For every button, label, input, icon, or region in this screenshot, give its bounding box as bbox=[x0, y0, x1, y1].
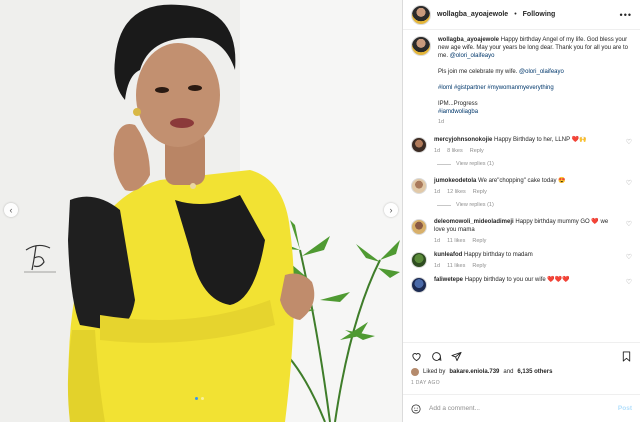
heart-icon[interactable]: ♡ bbox=[626, 278, 632, 286]
comment-text: Happy birthday to you our wife ❤️❤️❤️ bbox=[464, 277, 570, 283]
comment-likes[interactable]: 11 likes bbox=[447, 237, 465, 245]
post-date[interactable]: 1 DAY AGO bbox=[411, 380, 632, 386]
liked-prefix: Liked by bbox=[423, 369, 446, 375]
post-comment-button[interactable]: Post bbox=[618, 405, 632, 412]
comment-time: 1d bbox=[434, 189, 441, 195]
avatar[interactable] bbox=[411, 252, 427, 268]
comment-likes[interactable]: 11 likes bbox=[447, 262, 465, 270]
carousel-dot bbox=[201, 397, 204, 400]
add-comment-bar: Post bbox=[403, 394, 640, 422]
header-username[interactable]: wollagba_ayoajewole bbox=[437, 11, 508, 18]
comment-item: jumokeodetola We are"chopping" cake toda… bbox=[411, 177, 632, 196]
emoji-smiley-icon[interactable] bbox=[411, 403, 421, 414]
post-actions: Liked by bakare.eniola.739 and 6,135 oth… bbox=[403, 342, 640, 386]
liked-and: and bbox=[503, 369, 514, 375]
comment-username[interactable]: faliwetepe bbox=[434, 277, 463, 283]
avatar[interactable] bbox=[411, 277, 427, 293]
bookmark-icon[interactable] bbox=[621, 350, 632, 362]
heart-icon[interactable]: ♡ bbox=[626, 179, 632, 187]
carousel-dot-active bbox=[195, 397, 198, 400]
avatar[interactable] bbox=[411, 36, 431, 56]
caption-time: 1d bbox=[438, 119, 445, 125]
avatar[interactable] bbox=[411, 368, 419, 376]
comment-time: 1d bbox=[434, 263, 441, 269]
post-photo bbox=[0, 0, 402, 422]
comment-text: Happy Birthday to her, LLNP ❤️🙌 bbox=[494, 137, 587, 143]
comment-item: mercyjohnsonokojie Happy Birthday to her… bbox=[411, 136, 632, 155]
caption-mention-2[interactable]: @olori_olaifeayo bbox=[519, 69, 564, 75]
heart-icon[interactable]: ♡ bbox=[626, 253, 632, 261]
comments-list[interactable]: wollagba_ayoajewole Happy birthday Angel… bbox=[403, 30, 640, 342]
post-header: wollagba_ayoajewole • Following ••• bbox=[403, 0, 640, 30]
view-replies-label: View replies (1) bbox=[456, 202, 494, 208]
next-slide-button[interactable]: › bbox=[384, 203, 398, 217]
caption-mention[interactable]: @olori_olaifeayo bbox=[450, 53, 495, 59]
chevron-left-icon: ‹ bbox=[9, 205, 13, 215]
heart-icon[interactable]: ♡ bbox=[626, 138, 632, 146]
avatar[interactable] bbox=[411, 178, 427, 194]
comment-time: 1d bbox=[434, 238, 441, 244]
comment-username[interactable]: mercyjohnsonokojie bbox=[434, 137, 492, 143]
post-media[interactable]: ‹ › bbox=[0, 0, 402, 422]
chevron-right-icon: › bbox=[389, 205, 393, 215]
share-paper-plane-icon[interactable] bbox=[451, 351, 462, 362]
comment-item: deleomowoli_mideoladimeji Happy birthday… bbox=[411, 218, 632, 245]
header-separator: • bbox=[514, 11, 517, 18]
replies-divider bbox=[437, 204, 451, 206]
heart-icon[interactable]: ♡ bbox=[626, 220, 632, 228]
comment-reply-button[interactable]: Reply bbox=[473, 188, 487, 196]
liked-others-link[interactable]: 6,135 others bbox=[517, 369, 552, 375]
caption-text-2: Pls join me celebrate my wife. bbox=[438, 69, 518, 75]
view-replies-button[interactable]: View replies (1) bbox=[437, 202, 632, 208]
replies-divider bbox=[437, 163, 451, 165]
like-heart-icon[interactable] bbox=[411, 351, 422, 362]
ellipsis-icon[interactable]: ••• bbox=[620, 10, 632, 20]
carousel-indicator bbox=[195, 397, 204, 400]
photographer-signature-logo bbox=[24, 244, 56, 273]
action-icons bbox=[411, 348, 632, 364]
add-comment-input[interactable] bbox=[429, 405, 610, 412]
comment-text: Happy birthday to madam bbox=[464, 252, 533, 258]
comment-text: We are"chopping" cake today 😍 bbox=[478, 178, 566, 184]
avatar[interactable] bbox=[411, 219, 427, 235]
caption-hashtags[interactable]: #loml #gistpartner #mywomanmyeverything bbox=[438, 85, 554, 91]
liked-user-link[interactable]: bakare.eniola.739 bbox=[449, 369, 499, 375]
view-replies-button[interactable]: View replies (1) bbox=[437, 161, 632, 167]
comment-time: 1d bbox=[434, 148, 441, 154]
caption-text-3: IPM...Progress bbox=[438, 101, 478, 107]
comment-username[interactable]: deleomowoli_mideoladimeji bbox=[434, 219, 514, 225]
caption-hashtag[interactable]: #iamdwoliagba bbox=[438, 109, 478, 115]
comment-reply-button[interactable]: Reply bbox=[470, 147, 484, 155]
post-side-panel: wollagba_ayoajewole • Following ••• woll… bbox=[402, 0, 640, 422]
view-replies-label: View replies (1) bbox=[456, 161, 494, 167]
likes-summary: Liked by bakare.eniola.739 and 6,135 oth… bbox=[411, 368, 632, 376]
comment-likes[interactable]: 12 likes bbox=[447, 188, 466, 196]
comment-item: faliwetepe Happy birthday to you our wif… bbox=[411, 276, 632, 293]
comment-reply-button[interactable]: Reply bbox=[472, 237, 486, 245]
comment-username[interactable]: kunleafod bbox=[434, 252, 462, 258]
previous-slide-button[interactable]: ‹ bbox=[4, 203, 18, 217]
comment-bubble-icon[interactable] bbox=[431, 351, 442, 362]
comment-likes[interactable]: 8 likes bbox=[447, 147, 463, 155]
following-button[interactable]: Following bbox=[523, 11, 556, 18]
comment-item: kunleafod Happy birthday to madam 1d 11 … bbox=[411, 251, 632, 270]
comment-reply-button[interactable]: Reply bbox=[472, 262, 486, 270]
post-caption: wollagba_ayoajewole Happy birthday Angel… bbox=[411, 36, 632, 126]
avatar[interactable] bbox=[411, 137, 427, 153]
comment-username[interactable]: jumokeodetola bbox=[434, 178, 476, 184]
caption-username[interactable]: wollagba_ayoajewole bbox=[438, 37, 499, 43]
post-container: ‹ › wollagba_ayoajewole • Following ••• … bbox=[0, 0, 640, 422]
avatar[interactable] bbox=[411, 4, 431, 25]
